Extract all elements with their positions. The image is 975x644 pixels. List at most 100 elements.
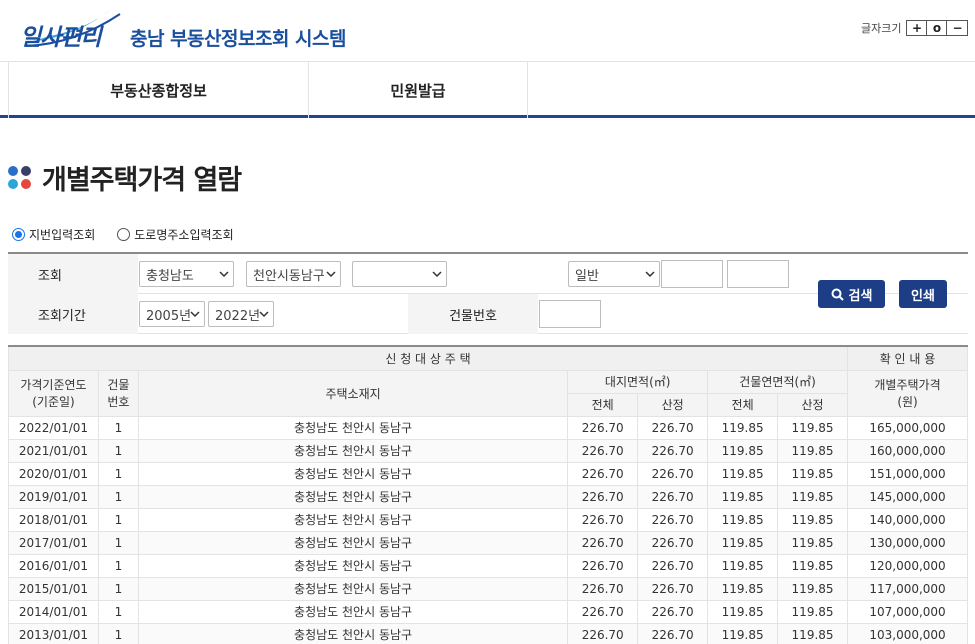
- cell-land-calc: 226.70: [637, 507, 709, 532]
- cell-address: 충청남도 천안시 동남구: [137, 507, 569, 532]
- cell-land-calc: 226.70: [637, 484, 709, 509]
- cell-land-calc: 226.70: [637, 438, 709, 463]
- cell-land-calc: 226.70: [637, 553, 709, 578]
- cell-address: 충청남도 천안시 동남구: [137, 553, 569, 578]
- cell-land-total: 226.70: [567, 507, 639, 532]
- sub-lot-input[interactable]: [727, 260, 789, 288]
- chevron-down-icon: [190, 311, 200, 318]
- cell-land-total: 226.70: [567, 622, 639, 644]
- cell-price: 145,000,000: [847, 484, 968, 509]
- cell-land-calc: 226.70: [637, 461, 709, 486]
- chevron-down-icon: [645, 271, 655, 278]
- radio-lot-number[interactable]: 지번입력조회: [12, 226, 95, 243]
- cell-price: 165,000,000: [847, 415, 968, 440]
- cell-bldg-calc: 119.85: [777, 461, 849, 486]
- cell-bldg-total: 119.85: [707, 438, 779, 463]
- cell-building-no: 1: [97, 507, 139, 532]
- cell-address: 충청남도 천안시 동남구: [137, 530, 569, 555]
- cell-building-no: 1: [97, 622, 139, 644]
- cell-address: 충청남도 천안시 동남구: [137, 576, 569, 601]
- chevron-down-icon: [219, 271, 229, 278]
- col-header-building-area: 건물연면적(㎡): [707, 369, 849, 394]
- table-row: 2015/01/01 1 충청남도 천안시 동남구 226.70 226.70 119.8…: [8, 576, 968, 601]
- cell-date: 2021/01/01: [8, 438, 99, 463]
- table-row: 2021/01/01 1 충청남도 천안시 동남구 226.70 226.70 119.8…: [8, 438, 968, 463]
- chevron-down-icon: [326, 271, 336, 278]
- nav-item-real-estate-info[interactable]: 부동산종합정보: [8, 62, 308, 118]
- city-select[interactable]: 천안시동남구: [246, 261, 341, 287]
- radio-unchecked-icon[interactable]: [117, 228, 131, 241]
- search-type-radios: 지번입력조회 도로명주소입력조회: [12, 226, 256, 243]
- title-dots-icon: [8, 165, 32, 190]
- radio-checked-icon[interactable]: [12, 228, 25, 241]
- cell-price: 103,000,000: [847, 622, 968, 644]
- table-row: 2019/01/01 1 충청남도 천안시 동남구 226.70 226.70 119.8…: [8, 484, 968, 509]
- cell-land-calc: 226.70: [637, 576, 709, 601]
- print-button-label: 인쇄: [911, 288, 935, 304]
- town-select[interactable]: [352, 261, 447, 287]
- table-row: 2013/01/01 1 충청남도 천안시 동남구 226.70 226.70 119.8…: [8, 622, 968, 644]
- radio-road-address[interactable]: 도로명주소입력조회: [117, 226, 234, 243]
- cell-building-no: 1: [97, 438, 139, 463]
- cell-address: 충청남도 천안시 동남구: [137, 599, 569, 624]
- col-sub-land-total: 전체: [567, 392, 639, 417]
- cell-date: 2013/01/01: [8, 622, 99, 644]
- font-size-label: 글자크기: [861, 22, 902, 35]
- cell-price: 151,000,000: [847, 461, 968, 486]
- col-sub-bldg-calc: 산정: [777, 392, 849, 417]
- cell-address: 충청남도 천안시 동남구: [137, 438, 569, 463]
- print-button[interactable]: 인쇄: [899, 280, 947, 308]
- table-row: 2016/01/01 1 충청남도 천안시 동남구 226.70 226.70 119.8…: [8, 553, 968, 578]
- font-decrease-button[interactable]: −: [947, 21, 967, 35]
- cell-date: 2019/01/01: [8, 484, 99, 509]
- year-to-select[interactable]: 2022년: [208, 301, 274, 327]
- cell-price: 107,000,000: [847, 599, 968, 624]
- cell-price: 120,000,000: [847, 553, 968, 578]
- cell-date: 2016/01/01: [8, 553, 99, 578]
- cell-bldg-calc: 119.85: [777, 438, 849, 463]
- building-no-input[interactable]: [539, 300, 601, 328]
- table-row: 2020/01/01 1 충청남도 천안시 동남구 226.70 226.70 119.8…: [8, 461, 968, 486]
- nav-item-civil-documents[interactable]: 민원발급: [308, 62, 528, 118]
- cell-bldg-calc: 119.85: [777, 530, 849, 555]
- radio-road-address-label: 도로명주소입력조회: [134, 228, 234, 242]
- font-size-control: 글자크기 + o −: [861, 20, 969, 36]
- cell-land-total: 226.70: [567, 599, 639, 624]
- chevron-down-icon: [259, 311, 269, 318]
- cell-land-total: 226.70: [567, 415, 639, 440]
- font-reset-button[interactable]: o: [927, 21, 948, 35]
- cell-bldg-total: 119.85: [707, 415, 779, 440]
- site-logo[interactable]: 일사편리 충남 부동산정보조회 시스템: [20, 6, 360, 54]
- system-title: 충남 부동산정보조회 시스템: [130, 28, 347, 50]
- radio-lot-number-label: 지번입력조회: [29, 228, 96, 242]
- land-type-select[interactable]: 일반: [568, 261, 660, 287]
- cell-bldg-total: 119.85: [707, 622, 779, 644]
- city-value: 천안시동남구: [253, 268, 325, 284]
- period-label: 조회기간: [8, 294, 138, 334]
- table-row: 2022/01/01 1 충청남도 천안시 동남구 226.70 226.70 119.8…: [8, 415, 968, 440]
- cell-land-total: 226.70: [567, 438, 639, 463]
- cell-land-calc: 226.70: [637, 599, 709, 624]
- cell-address: 충청남도 천안시 동남구: [137, 461, 569, 486]
- cell-bldg-calc: 119.85: [777, 415, 849, 440]
- search-button-label: 검색: [848, 288, 873, 304]
- cell-date: 2017/01/01: [8, 530, 99, 555]
- page-heading: 개별주택가격 열람: [42, 165, 242, 196]
- cell-land-calc: 226.70: [637, 415, 709, 440]
- main-lot-input[interactable]: [661, 260, 723, 288]
- cell-date: 2015/01/01: [8, 576, 99, 601]
- year-from-select[interactable]: 2005년: [139, 301, 205, 327]
- cell-land-total: 226.70: [567, 530, 639, 555]
- search-form: 조회 충청남도 천안시동남구 일반 조회기간 2005년 2022년 건물번호 …: [8, 252, 968, 334]
- price-results-table: 신 청 대 상 주 택 확 인 내 용 가격기준연도 (기준일) 건물 번호 주택소…: [7, 345, 968, 644]
- col-header-land-area: 대지면적(㎡): [567, 369, 709, 394]
- logo-text: 일사편리: [20, 25, 102, 51]
- search-icon: [831, 288, 844, 301]
- cell-land-total: 226.70: [567, 484, 639, 509]
- search-button[interactable]: 검색: [818, 280, 885, 308]
- cell-bldg-calc: 119.85: [777, 553, 849, 578]
- font-increase-button[interactable]: +: [907, 21, 928, 35]
- province-select[interactable]: 충청남도: [139, 261, 234, 287]
- cell-bldg-total: 119.85: [707, 484, 779, 509]
- col-sub-land-calc: 산정: [637, 392, 709, 417]
